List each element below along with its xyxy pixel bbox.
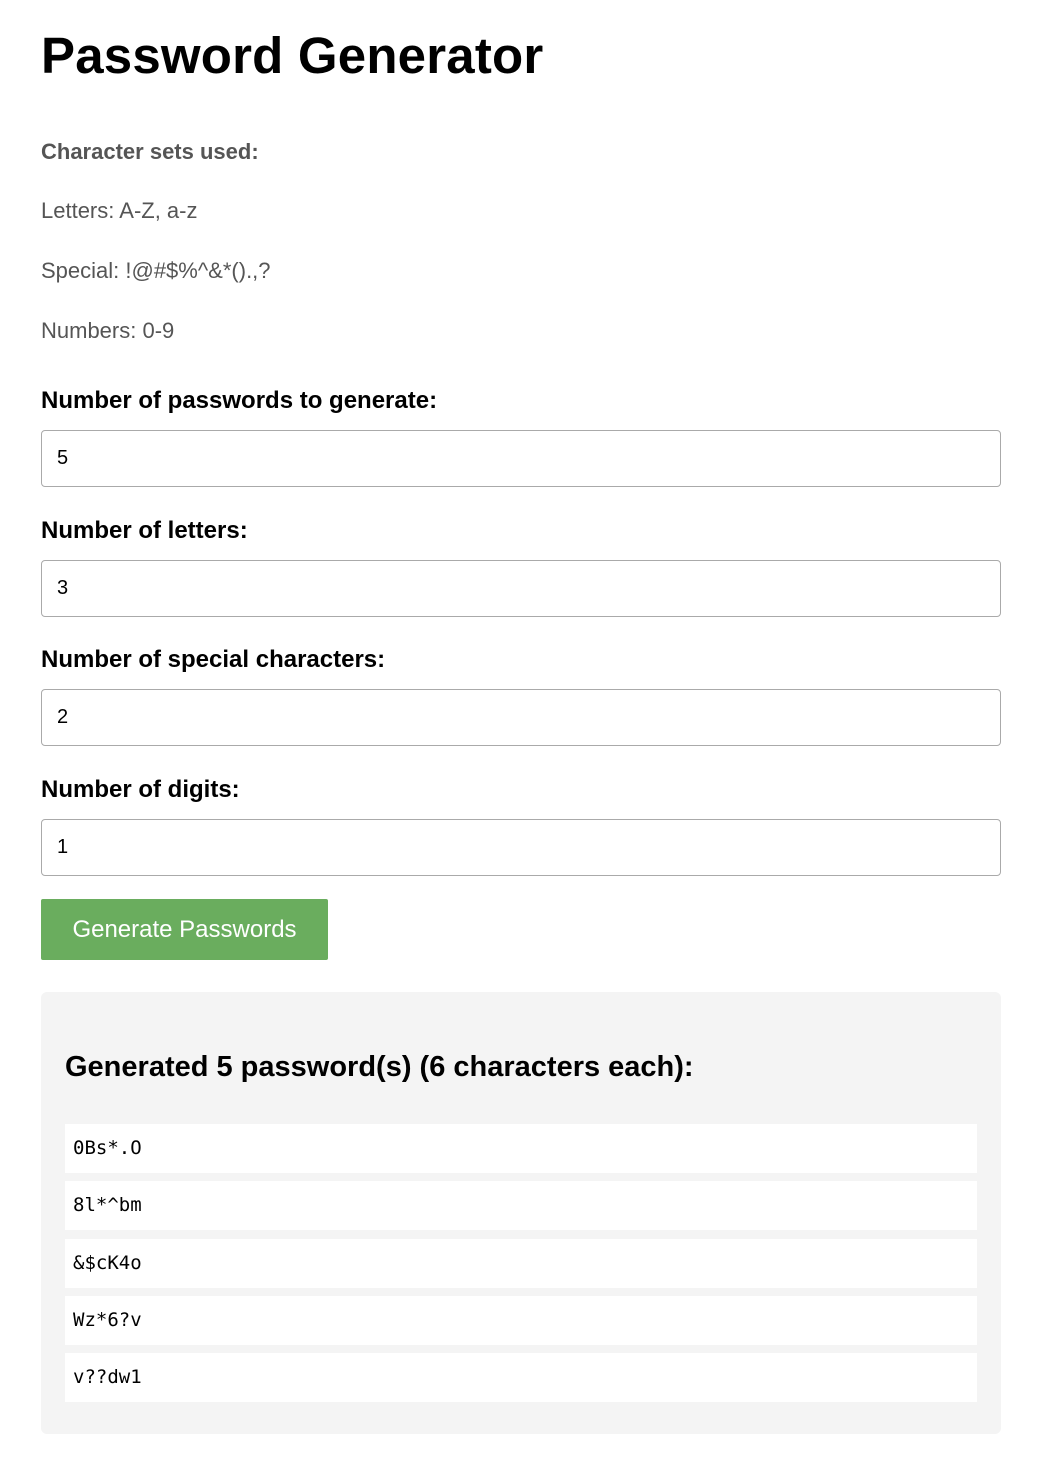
password-item[interactable]: Wz*6?v (65, 1295, 977, 1345)
letters-count-input[interactable] (41, 560, 1001, 617)
charsets-heading: Character sets used: (41, 139, 259, 164)
charset-special: Special: !@#$%^&*().,? (41, 258, 271, 283)
password-count-input[interactable] (41, 430, 1001, 487)
page-title: Password Generator (41, 27, 544, 84)
password-list: 0Bs*.O 8l*^bm &$cK4o Wz*6?v v??dw1 (65, 1124, 977, 1410)
password-item[interactable]: v??dw1 (65, 1353, 977, 1403)
password-item[interactable]: 0Bs*.O (65, 1124, 977, 1173)
password-count-label: Number of passwords to generate: (41, 387, 438, 414)
special-count-input[interactable] (41, 689, 1001, 746)
generate-passwords-button[interactable]: Generate Passwords (41, 899, 328, 960)
password-item[interactable]: &$cK4o (65, 1238, 977, 1288)
letters-count-label: Number of letters: (41, 517, 248, 544)
digits-count-input[interactable] (41, 819, 1001, 876)
special-count-label: Number of special characters: (41, 646, 386, 673)
results-heading: Generated 5 password(s) (6 characters ea… (65, 1051, 694, 1083)
digits-count-label: Number of digits: (41, 776, 240, 803)
password-item[interactable]: 8l*^bm (65, 1181, 977, 1231)
charset-numbers: Numbers: 0-9 (41, 318, 175, 343)
results-panel: Generated 5 password(s) (6 characters ea… (41, 992, 1001, 1434)
charset-letters: Letters: A-Z, a-z (41, 198, 198, 223)
